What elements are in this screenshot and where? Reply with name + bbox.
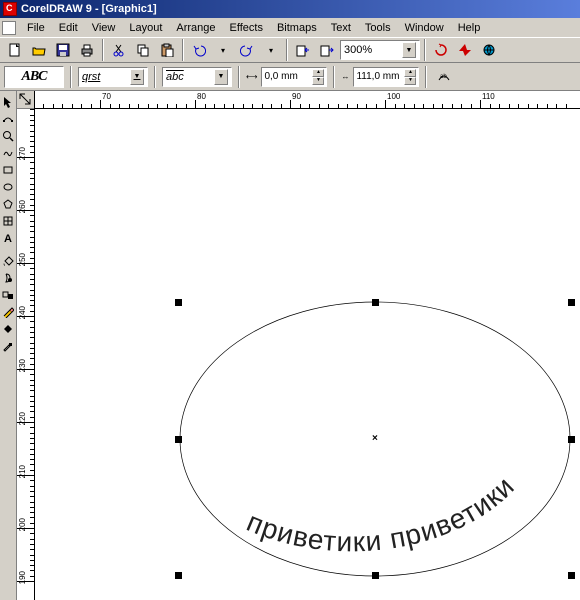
export-button[interactable] bbox=[316, 39, 338, 61]
toolbox: A bbox=[0, 91, 17, 600]
handle-n[interactable] bbox=[372, 299, 379, 306]
canvas[interactable]: приветики приветики × bbox=[35, 109, 580, 600]
distance-from-path[interactable]: ▲▼ bbox=[261, 67, 327, 87]
ellipse-tool[interactable] bbox=[1, 178, 16, 195]
svg-text:A: A bbox=[4, 233, 12, 244]
menu-layout[interactable]: Layout bbox=[122, 20, 169, 36]
menu-window[interactable]: Window bbox=[398, 20, 451, 36]
svg-text:приветики приветики: приветики приветики bbox=[242, 470, 520, 557]
offset-icon: ↔ bbox=[341, 72, 349, 81]
handle-e[interactable] bbox=[568, 436, 575, 443]
ruler-origin[interactable] bbox=[17, 91, 35, 109]
window-title: CorelDRAW 9 - [Graphic1] bbox=[21, 3, 157, 15]
app-icon bbox=[3, 2, 17, 16]
zoom-combo[interactable]: 300%▼ bbox=[340, 40, 420, 60]
handle-sw[interactable] bbox=[175, 572, 182, 579]
menu-view[interactable]: View bbox=[85, 20, 123, 36]
eyedropper-tool[interactable] bbox=[1, 337, 16, 354]
zoom-value: 300% bbox=[344, 44, 372, 56]
horizontal-ruler[interactable]: 60708090100110 bbox=[35, 91, 580, 109]
pick-tool[interactable] bbox=[1, 93, 16, 110]
placement-value: abc bbox=[166, 71, 184, 83]
import-button[interactable] bbox=[292, 39, 314, 61]
outline-tool[interactable] bbox=[1, 303, 16, 320]
handle-w[interactable] bbox=[175, 436, 182, 443]
paste-button[interactable] bbox=[156, 39, 178, 61]
redo-list-button[interactable]: ▾ bbox=[260, 39, 282, 61]
handle-se[interactable] bbox=[568, 572, 575, 579]
menu-edit[interactable]: Edit bbox=[52, 20, 85, 36]
shape-tool[interactable] bbox=[1, 110, 16, 127]
fillcolor-tool[interactable] bbox=[1, 320, 16, 337]
save-button[interactable] bbox=[52, 39, 74, 61]
launch-button[interactable] bbox=[454, 39, 476, 61]
menu-tools[interactable]: Tools bbox=[358, 20, 398, 36]
path-text: приветики приветики bbox=[242, 470, 520, 557]
web-button[interactable] bbox=[478, 39, 500, 61]
freehand-tool[interactable] bbox=[1, 144, 16, 161]
undo-list-button[interactable]: ▾ bbox=[212, 39, 234, 61]
menu-effects[interactable]: Effects bbox=[223, 20, 270, 36]
text-tool[interactable]: A bbox=[1, 229, 16, 246]
orientation-value: qrst bbox=[82, 71, 100, 83]
document-icon[interactable] bbox=[2, 21, 16, 35]
redo-button[interactable] bbox=[236, 39, 258, 61]
cut-button[interactable] bbox=[108, 39, 130, 61]
place-other-side-button[interactable]: ab bbox=[433, 66, 455, 88]
open-button[interactable] bbox=[28, 39, 50, 61]
new-button[interactable] bbox=[4, 39, 26, 61]
copy-button[interactable] bbox=[132, 39, 154, 61]
offset-input[interactable] bbox=[356, 71, 401, 82]
undo-button[interactable] bbox=[188, 39, 210, 61]
polygon-tool[interactable] bbox=[1, 195, 16, 212]
standard-toolbar: ▾ ▾ 300%▼ bbox=[0, 37, 580, 63]
transparency-tool[interactable] bbox=[1, 269, 16, 286]
orientation-combo[interactable]: qrst▼ bbox=[78, 67, 148, 87]
handle-s[interactable] bbox=[372, 572, 379, 579]
menu-text[interactable]: Text bbox=[324, 20, 358, 36]
distance-icon: ⟷ bbox=[246, 72, 257, 81]
print-button[interactable] bbox=[76, 39, 98, 61]
menu-help[interactable]: Help bbox=[451, 20, 488, 36]
vertical-ruler[interactable]: 190200210220230240250260270 bbox=[17, 91, 35, 600]
horizontal-offset[interactable]: ▲▼ bbox=[353, 67, 419, 87]
rectangle-tool[interactable] bbox=[1, 161, 16, 178]
property-bar: ABC qrst▼ abc▼ ⟷ ▲▼ ↔ ▲▼ ab bbox=[0, 63, 580, 91]
spiral-tool[interactable] bbox=[1, 212, 16, 229]
fill-tool[interactable] bbox=[1, 252, 16, 269]
menu-arrange[interactable]: Arrange bbox=[169, 20, 222, 36]
svg-text:ab: ab bbox=[440, 74, 447, 80]
handle-ne[interactable] bbox=[568, 299, 575, 306]
placement-combo[interactable]: abc▼ bbox=[162, 67, 232, 87]
menu-bar[interactable]: File Edit View Layout Arrange Effects Bi… bbox=[0, 18, 580, 37]
handle-nw[interactable] bbox=[175, 299, 182, 306]
menu-bitmaps[interactable]: Bitmaps bbox=[270, 20, 324, 36]
menu-file[interactable]: File bbox=[20, 20, 52, 36]
title-bar: CorelDRAW 9 - [Graphic1] bbox=[0, 0, 580, 18]
center-marker: × bbox=[372, 433, 378, 444]
blend-tool[interactable] bbox=[1, 286, 16, 303]
text-preset[interactable]: ABC bbox=[4, 66, 64, 88]
zoom-tool[interactable] bbox=[1, 127, 16, 144]
distance-input[interactable] bbox=[264, 71, 309, 82]
refresh-button[interactable] bbox=[430, 39, 452, 61]
